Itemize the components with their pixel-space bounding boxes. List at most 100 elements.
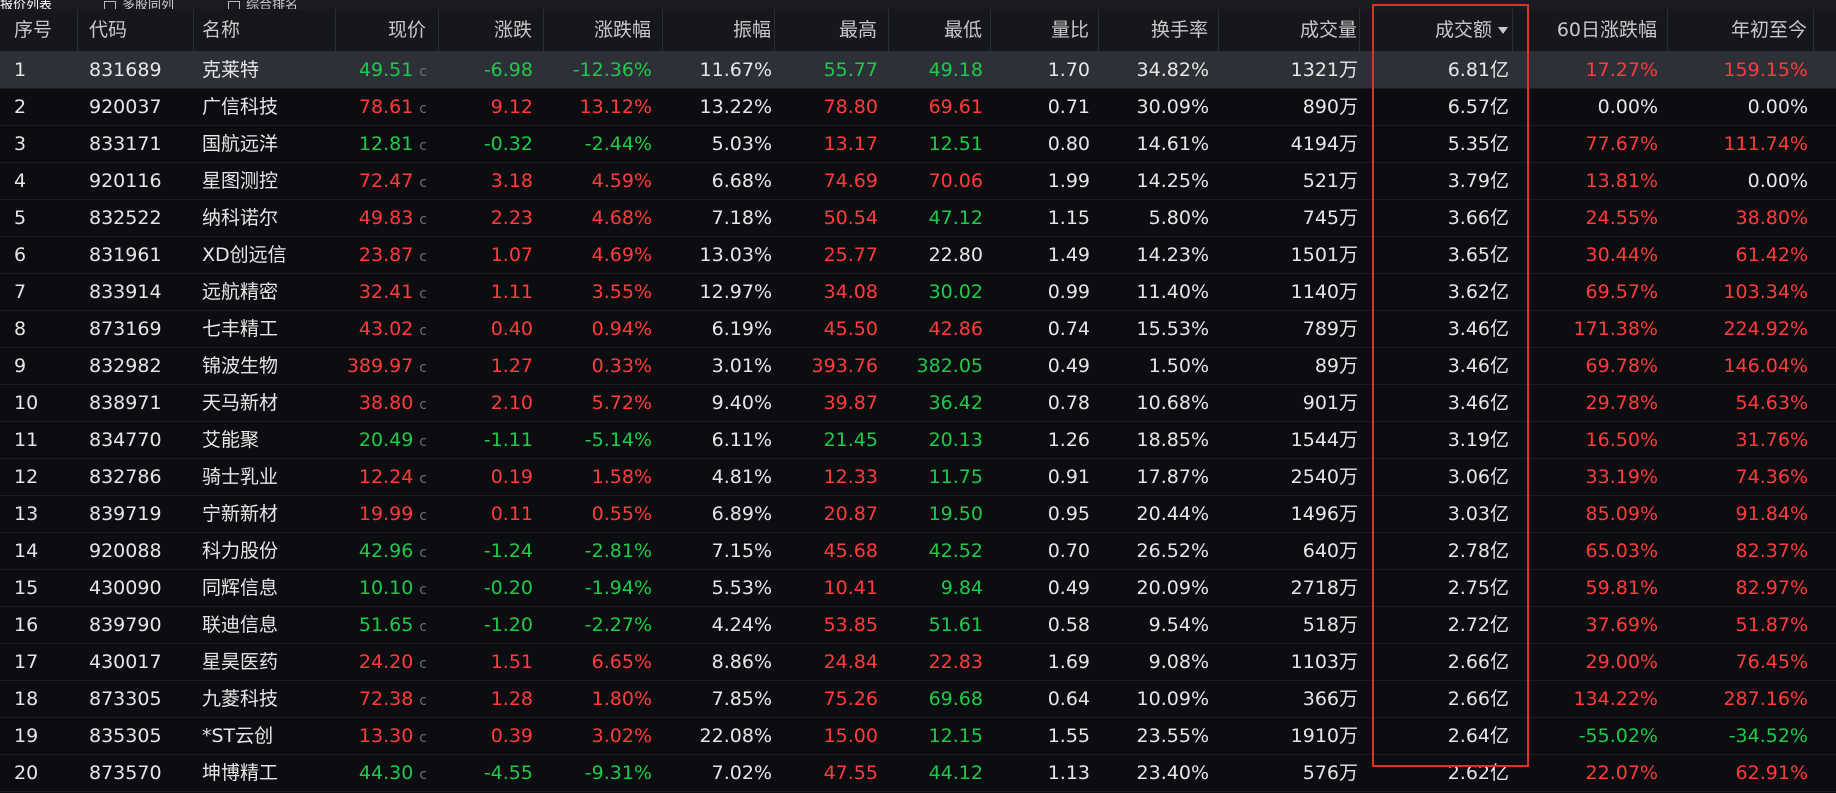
table-row[interactable]: 7 833914 远航精密 32.41 c 1.11 3.55% 12.97% 34.08 30.…: [0, 274, 1836, 311]
column-header-amt[interactable]: 成交额: [1360, 9, 1513, 51]
table-row[interactable]: 15 430090 同辉信息 10.10 c -0.20 -1.94% 5.53% 10.41 9…: [0, 570, 1836, 607]
cell-amp-value: 12.97%: [699, 281, 772, 303]
column-header-low[interactable]: 最低: [889, 9, 991, 51]
column-header-pct[interactable]: 涨跌幅: [544, 9, 663, 51]
cell-vol-value: 890万: [1302, 96, 1358, 118]
cell-low: 12.51: [889, 126, 991, 162]
cell-chg-value: 0.39: [490, 725, 533, 747]
cell-code-value: 920088: [89, 540, 162, 562]
column-header-name[interactable]: 名称: [194, 9, 336, 51]
cell-vr: 0.49: [991, 570, 1099, 606]
cell-name: 广信科技: [194, 89, 336, 125]
table-row[interactable]: 10 838971 天马新材 38.80 c 2.10 5.72% 9.40% 39.87 36.…: [0, 385, 1836, 422]
cell-high: 10.41: [775, 570, 889, 606]
cell-code-value: 833914: [89, 281, 162, 303]
cell-amt: 3.66亿: [1360, 200, 1513, 236]
cell-code-value: 873570: [89, 762, 162, 784]
cell-idx-value: 1: [14, 59, 27, 81]
table-row[interactable]: 13 839719 宁新新材 19.99 c 0.11 0.55% 6.89% 20.87 19.…: [0, 496, 1836, 533]
cell-vr: 0.78: [991, 385, 1099, 421]
column-header-chg[interactable]: 涨跌: [439, 9, 544, 51]
column-header-turn[interactable]: 换手率: [1099, 9, 1219, 51]
cell-idx: 1: [0, 52, 78, 88]
cell-turn-value: 17.87%: [1136, 466, 1209, 488]
tab-multi-stock[interactable]: 多股同列: [104, 0, 174, 9]
cell-code: 833171: [78, 126, 194, 162]
cell-idx: 5: [0, 200, 78, 236]
cell-pct: 13.12%: [544, 89, 663, 125]
column-header-vr[interactable]: 量比: [991, 9, 1099, 51]
table-row[interactable]: 4 920116 星图测控 72.47 c 3.18 4.59% 6.68% 74.69 70.0…: [0, 163, 1836, 200]
cell-name-value: *ST云创: [202, 725, 274, 747]
cell-chg-value: -1.24: [483, 540, 533, 562]
column-header-price[interactable]: 现价: [336, 9, 439, 51]
cell-low: 22.80: [889, 237, 991, 273]
cell-high: 15.00: [775, 718, 889, 754]
cell-idx-value: 6: [14, 244, 27, 266]
column-header-label: 现价: [387, 19, 426, 41]
cell-turn: 23.55%: [1099, 718, 1219, 754]
column-header-ytd[interactable]: 年初至今: [1668, 9, 1814, 51]
column-header-high[interactable]: 最高: [775, 9, 889, 51]
table-row[interactable]: 14 920088 科力股份 42.96 c -1.24 -2.81% 7.15% 45.68 4…: [0, 533, 1836, 570]
cell-vr-value: 0.71: [1047, 96, 1090, 118]
tab-multi-stock-label: 多股同列: [122, 0, 175, 9]
cell-amt-value: 3.03亿: [1447, 503, 1509, 525]
cell-code-value: 833171: [89, 133, 162, 155]
cell-amt-value: 3.46亿: [1447, 355, 1509, 377]
cell-chg: 1.11: [439, 274, 544, 310]
table-row[interactable]: 1 831689 克莱特 49.51 c -6.98 -12.36% 11.67% 55.77 4…: [0, 52, 1836, 89]
cell-turn: 20.09%: [1099, 570, 1219, 606]
cell-amt: 3.46亿: [1360, 385, 1513, 421]
column-header-label: 最低: [943, 19, 982, 41]
table-row[interactable]: 3 833171 国航远洋 12.81 c -0.32 -2.44% 5.03% 13.17 12…: [0, 126, 1836, 163]
column-header-code[interactable]: 代码: [78, 9, 194, 51]
cell-low: 12.15: [889, 718, 991, 754]
cell-pct: 6.65%: [544, 644, 663, 680]
tab-quote-list[interactable]: 报价列表: [0, 0, 52, 9]
cell-turn-value: 9.54%: [1148, 614, 1209, 636]
cell-amp-value: 13.03%: [699, 244, 772, 266]
cell-high-value: 53.85: [823, 614, 878, 636]
grid-icon: [228, 0, 240, 9]
sort-desc-icon[interactable]: [1498, 27, 1508, 34]
cell-name-value: 七丰精工: [202, 318, 279, 340]
cell-ytd: 51.87%: [1668, 607, 1814, 643]
price-flag: c: [419, 138, 427, 154]
cell-turn: 9.54%: [1099, 607, 1219, 643]
table-row[interactable]: 6 831961 XD创远信 23.87 c 1.07 4.69% 13.03% 25.77 22…: [0, 237, 1836, 274]
cell-name: 宁新新材: [194, 496, 336, 532]
cell-pct-value: 3.55%: [591, 281, 652, 303]
table-row[interactable]: 9 832982 锦波生物 389.97 c 1.27 0.33% 3.01% 393.76 38…: [0, 348, 1836, 385]
cell-vr-value: 0.78: [1047, 392, 1090, 414]
table-row[interactable]: 12 832786 骑士乳业 12.24 c 0.19 1.58% 4.81% 12.33 11.…: [0, 459, 1836, 496]
cell-idx: 14: [0, 533, 78, 569]
cell-pct: -1.94%: [544, 570, 663, 606]
table-row[interactable]: 2 920037 广信科技 78.61 c 9.12 13.12% 13.22% 78.80 69…: [0, 89, 1836, 126]
cell-vr-value: 0.49: [1047, 577, 1090, 599]
cell-pct-value: 4.69%: [591, 244, 652, 266]
cell-price-value: 32.41: [358, 281, 414, 303]
table-row[interactable]: 11 834770 艾能聚 20.49 c -1.11 -5.14% 6.11% 21.45 20…: [0, 422, 1836, 459]
table-row[interactable]: 18 873305 九菱科技 72.38 c 1.28 1.80% 7.85% 75.26 69.…: [0, 681, 1836, 718]
table-row[interactable]: 5 832522 纳科诺尔 49.83 c 2.23 4.68% 7.18% 50.54 47.1…: [0, 200, 1836, 237]
cell-d60: 65.03%: [1513, 533, 1668, 569]
column-header-amp[interactable]: 振幅: [663, 9, 775, 51]
cell-code: 832522: [78, 200, 194, 236]
table-row[interactable]: 19 835305 *ST云创 13.30 c 0.39 3.02% 22.08% 15.00 1…: [0, 718, 1836, 755]
column-header-d60[interactable]: 60日涨跌幅: [1513, 9, 1668, 51]
column-header-idx[interactable]: 序号: [0, 9, 78, 51]
cell-vr: 0.49: [991, 348, 1099, 384]
table-row[interactable]: 20 873570 坤博精工 44.30 c -4.55 -9.31% 7.02% 47.55 4…: [0, 755, 1836, 792]
table-row[interactable]: 16 839790 联迪信息 51.65 c -1.20 -2.27% 4.24% 53.85 5…: [0, 607, 1836, 644]
column-header-label: 代码: [89, 19, 128, 41]
cell-idx: 16: [0, 607, 78, 643]
tab-ranking[interactable]: 综合排名: [228, 0, 298, 9]
column-header-vol[interactable]: 成交量: [1219, 9, 1360, 51]
cell-name: 艾能聚: [194, 422, 336, 458]
cell-pct: 4.68%: [544, 200, 663, 236]
table-row[interactable]: 8 873169 七丰精工 43.02 c 0.40 0.94% 6.19% 45.50 42.8…: [0, 311, 1836, 348]
table-row[interactable]: 17 430017 星昊医药 24.20 c 1.51 6.65% 8.86% 24.84 22.…: [0, 644, 1836, 681]
column-header-label: 成交额: [1434, 19, 1492, 41]
cell-vol: 1501万: [1219, 237, 1360, 273]
